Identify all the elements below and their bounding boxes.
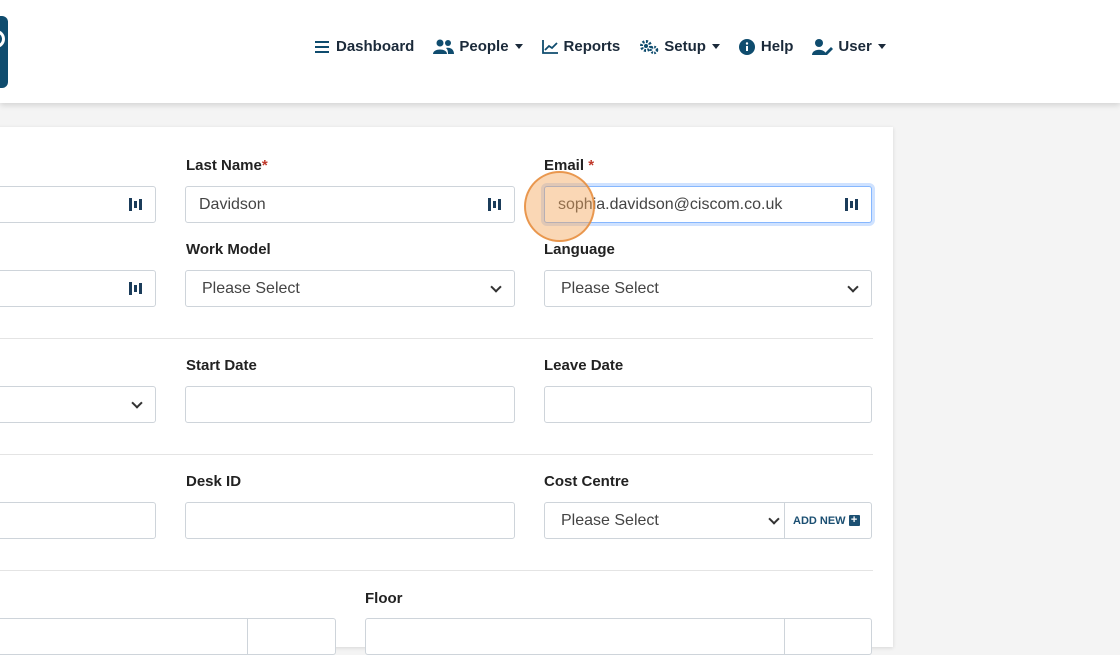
gears-icon — [638, 39, 659, 55]
password-manager-icon — [129, 281, 145, 297]
line-chart-icon — [541, 39, 559, 55]
brand-logo[interactable] — [0, 16, 8, 88]
top-navbar: Dashboard People Reports Setup Help User — [0, 0, 1120, 103]
nav-dashboard-label: Dashboard — [336, 38, 415, 55]
cost-centre-select[interactable]: Please Select — [544, 502, 785, 539]
menu-bars-icon — [313, 39, 331, 55]
leave-date-input[interactable] — [544, 386, 872, 423]
leave-date-label: Leave Date — [544, 357, 624, 374]
chevron-down-icon — [847, 280, 859, 293]
nav-people[interactable]: People — [432, 38, 523, 55]
partial-left-input[interactable] — [0, 502, 156, 539]
partial-left-select[interactable] — [0, 386, 156, 423]
nav-setup-label: Setup — [664, 38, 706, 55]
password-manager-icon — [129, 197, 145, 213]
main-nav: Dashboard People Reports Setup Help User — [313, 38, 886, 55]
nav-reports-label: Reports — [563, 38, 621, 55]
plus-square-icon: + — [848, 515, 860, 526]
chevron-down-icon — [711, 44, 720, 49]
click-indicator — [524, 171, 595, 242]
nav-user[interactable]: User — [811, 38, 886, 55]
add-new-cost-centre-button[interactable]: ADD NEW + — [785, 502, 872, 539]
chevron-down-icon — [514, 44, 523, 49]
password-manager-icon — [488, 197, 504, 213]
cost-centre-label: Cost Centre — [544, 473, 630, 490]
work-model-select[interactable]: Please Select — [185, 270, 515, 307]
partial-left-input[interactable] — [0, 618, 248, 655]
start-date-label: Start Date — [186, 357, 257, 374]
add-new-floor-button[interactable] — [784, 618, 872, 655]
floor-select[interactable] — [365, 618, 785, 655]
nav-dashboard[interactable]: Dashboard — [313, 38, 414, 55]
partial-left-addon[interactable] — [247, 618, 336, 655]
work-model-label: Work Model — [186, 241, 271, 258]
nav-help-label: Help — [760, 38, 794, 55]
start-date-input[interactable] — [185, 386, 515, 423]
language-select[interactable]: Please Select — [544, 270, 872, 307]
desk-id-input[interactable] — [185, 502, 515, 539]
partial-left-input[interactable] — [0, 270, 156, 307]
section-divider — [0, 454, 873, 455]
first-name-input[interactable] — [0, 186, 156, 223]
nav-setup[interactable]: Setup — [638, 38, 720, 55]
desk-id-label: Desk ID — [186, 473, 242, 490]
language-label: Language — [544, 241, 615, 258]
section-divider — [0, 338, 873, 339]
last-name-label: Last Name* — [186, 157, 268, 174]
nav-people-label: People — [459, 38, 509, 55]
nav-user-label: User — [838, 38, 872, 55]
users-icon — [432, 39, 454, 55]
nav-help[interactable]: Help — [738, 38, 794, 55]
chevron-down-icon — [877, 44, 886, 49]
chevron-down-icon — [768, 512, 780, 525]
chevron-down-icon — [131, 396, 143, 409]
floor-label: Floor — [365, 590, 403, 607]
info-circle-icon — [738, 38, 756, 55]
last-name-input[interactable]: Davidson — [185, 186, 515, 223]
user-edit-icon — [811, 38, 833, 55]
section-divider — [0, 570, 873, 571]
chevron-down-icon — [490, 280, 502, 293]
nav-reports[interactable]: Reports — [541, 38, 621, 55]
password-manager-icon — [845, 197, 861, 213]
